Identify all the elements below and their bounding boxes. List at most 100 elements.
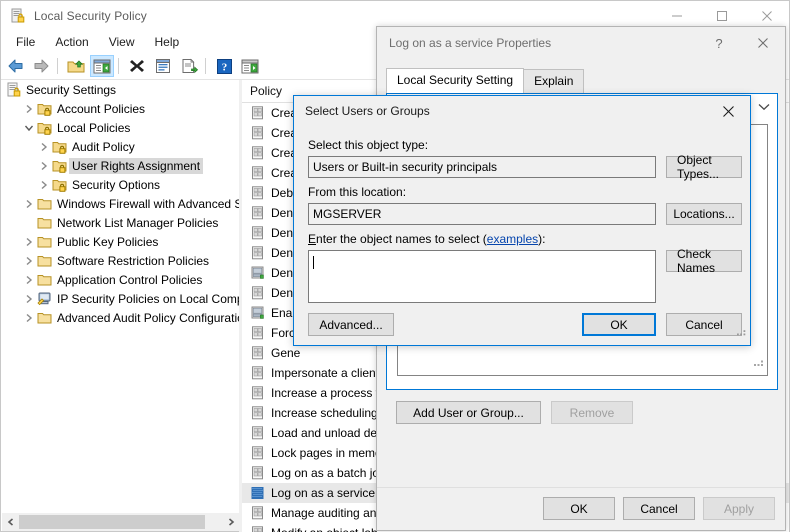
menu-action[interactable]: Action bbox=[46, 32, 97, 52]
properties-icon[interactable] bbox=[151, 55, 175, 77]
delete-icon[interactable] bbox=[125, 55, 149, 77]
tree-item-application-control-policies[interactable]: Application Control Policies bbox=[2, 270, 239, 289]
policy-item-icon bbox=[250, 105, 266, 121]
policy-item-icon bbox=[250, 285, 266, 301]
up-folder-icon[interactable] bbox=[64, 55, 88, 77]
properties-ok-button[interactable]: OK bbox=[543, 497, 615, 520]
tree-item-audit-policy[interactable]: Audit Policy bbox=[2, 137, 239, 156]
tab-local-security-setting[interactable]: Local Security Setting bbox=[386, 68, 525, 93]
export-list-icon[interactable] bbox=[177, 55, 201, 77]
tree-item-security-options[interactable]: Security Options bbox=[2, 175, 239, 194]
view-list-icon[interactable] bbox=[238, 55, 262, 77]
folder-icon bbox=[37, 234, 53, 250]
location-value: MGSERVER bbox=[313, 207, 382, 221]
select-users-ok-button[interactable]: OK bbox=[582, 313, 656, 336]
select-users-close-button[interactable] bbox=[706, 96, 750, 126]
tree-item-windows-firewall-with-advanced-secu[interactable]: Windows Firewall with Advanced Secu bbox=[2, 194, 239, 213]
tree-item-container: Account Policies Local Policies Audit Poli… bbox=[2, 99, 239, 327]
object-names-label-suffix: ): bbox=[538, 232, 546, 246]
properties-help-button[interactable]: ? bbox=[697, 27, 741, 59]
policy-row-label: Log on as a service bbox=[271, 486, 376, 500]
tree-item-software-restriction-policies[interactable]: Software Restriction Policies bbox=[2, 251, 239, 270]
chevron-right-icon[interactable] bbox=[36, 177, 52, 193]
tree-item-public-key-policies[interactable]: Public Key Policies bbox=[2, 232, 239, 251]
tree-item-label: Local Policies bbox=[57, 120, 131, 135]
chevron-right-icon[interactable] bbox=[36, 158, 52, 174]
chevron-down-icon[interactable] bbox=[21, 120, 37, 136]
check-names-button[interactable]: Check Names bbox=[666, 247, 742, 275]
select-users-title: Select Users or Groups bbox=[305, 104, 430, 118]
scrollbar-thumb[interactable] bbox=[19, 515, 205, 529]
menu-help[interactable]: Help bbox=[146, 32, 189, 52]
scroll-right-arrow[interactable] bbox=[222, 514, 239, 531]
tree-horizontal-scrollbar[interactable] bbox=[2, 513, 239, 531]
select-users-body: Select this object type: Users or Built-… bbox=[294, 126, 750, 345]
ipsec-icon bbox=[37, 291, 53, 307]
chevron-right-icon[interactable] bbox=[21, 291, 37, 307]
properties-close-button[interactable] bbox=[741, 27, 785, 59]
tree-item-network-list-manager-policies[interactable]: Network List Manager Policies bbox=[2, 213, 239, 232]
policy-item-icon bbox=[250, 505, 266, 521]
console-tree[interactable]: Security Settings Account Policies Local … bbox=[2, 80, 239, 512]
policy-folder-icon bbox=[52, 158, 68, 174]
chevron-right-icon[interactable] bbox=[21, 101, 37, 117]
policy-item-icon bbox=[250, 165, 266, 181]
object-types-button[interactable]: Object Types... bbox=[666, 153, 742, 181]
object-names-label-accel: E bbox=[308, 232, 317, 246]
properties-footer: OK Cancel Apply bbox=[377, 487, 785, 530]
object-names-label: Enter the object names to select (exampl… bbox=[308, 232, 545, 246]
back-icon[interactable] bbox=[3, 55, 27, 77]
twisty-placeholder bbox=[21, 215, 37, 231]
policy-row-label: Load and unload dev bbox=[271, 426, 384, 440]
policy-item-icon bbox=[250, 145, 266, 161]
folder-icon bbox=[37, 196, 53, 212]
object-type-label: Select this object type: bbox=[308, 138, 429, 152]
examples-link[interactable]: examples bbox=[487, 232, 538, 246]
toolbar-separator bbox=[57, 58, 58, 74]
menu-file[interactable]: File bbox=[7, 32, 44, 52]
properties-cancel-button[interactable]: Cancel bbox=[623, 497, 695, 520]
chevron-down-icon[interactable] bbox=[758, 98, 770, 116]
chevron-right-icon[interactable] bbox=[21, 196, 37, 212]
tree-item-ip-security-policies-on-local-compute[interactable]: IP Security Policies on Local Compute bbox=[2, 289, 239, 308]
tree-item-label: Application Control Policies bbox=[57, 272, 203, 287]
object-names-label-rest: nter the object names to select ( bbox=[316, 232, 487, 246]
location-field[interactable]: MGSERVER bbox=[308, 203, 656, 225]
advanced-button[interactable]: Advanced... bbox=[308, 313, 394, 336]
tree-item-label: Public Key Policies bbox=[57, 234, 159, 249]
tree-item-account-policies[interactable]: Account Policies bbox=[2, 99, 239, 118]
properties-titlebar: Log on as a service Properties ? bbox=[377, 27, 785, 59]
scroll-left-arrow[interactable] bbox=[2, 514, 19, 531]
forward-icon[interactable] bbox=[29, 55, 53, 77]
toolbar-separator-2 bbox=[118, 58, 119, 74]
menu-view[interactable]: View bbox=[100, 32, 144, 52]
column-policy[interactable]: Policy bbox=[242, 84, 282, 98]
properties-title: Log on as a service Properties bbox=[389, 36, 552, 50]
select-users-cancel-button[interactable]: Cancel bbox=[666, 313, 742, 336]
chevron-right-icon[interactable] bbox=[21, 234, 37, 250]
app-window: Local Security Policy File Action View H… bbox=[0, 0, 790, 532]
help-icon[interactable]: ? bbox=[212, 55, 236, 77]
object-names-input[interactable] bbox=[308, 250, 656, 303]
chevron-right-icon[interactable] bbox=[21, 310, 37, 326]
policy-item-assigned-icon bbox=[250, 305, 266, 321]
tree-item-user-rights-assignment[interactable]: User Rights Assignment bbox=[2, 156, 239, 175]
tree-item-label: Software Restriction Policies bbox=[57, 253, 210, 268]
show-hide-tree-icon[interactable] bbox=[90, 55, 114, 77]
tab-explain[interactable]: Explain bbox=[523, 69, 585, 93]
tree-root-security-settings[interactable]: Security Settings bbox=[2, 80, 239, 99]
add-user-or-group-button[interactable]: Add User or Group... bbox=[396, 401, 541, 424]
policy-item-icon bbox=[250, 385, 266, 401]
locations-button[interactable]: Locations... bbox=[666, 203, 742, 225]
policy-row-label: Lock pages in memo bbox=[271, 446, 382, 460]
remove-button: Remove bbox=[551, 401, 633, 424]
policy-item-icon bbox=[250, 325, 266, 341]
chevron-right-icon[interactable] bbox=[21, 253, 37, 269]
object-type-field[interactable]: Users or Built-in security principals bbox=[308, 156, 656, 178]
tree-item-advanced-audit-policy-configuration[interactable]: Advanced Audit Policy Configuration bbox=[2, 308, 239, 327]
chevron-right-icon[interactable] bbox=[21, 272, 37, 288]
chevron-right-icon[interactable] bbox=[36, 139, 52, 155]
policy-item-icon bbox=[250, 525, 266, 532]
tree-item-local-policies[interactable]: Local Policies bbox=[2, 118, 239, 137]
policy-item-icon bbox=[250, 245, 266, 261]
